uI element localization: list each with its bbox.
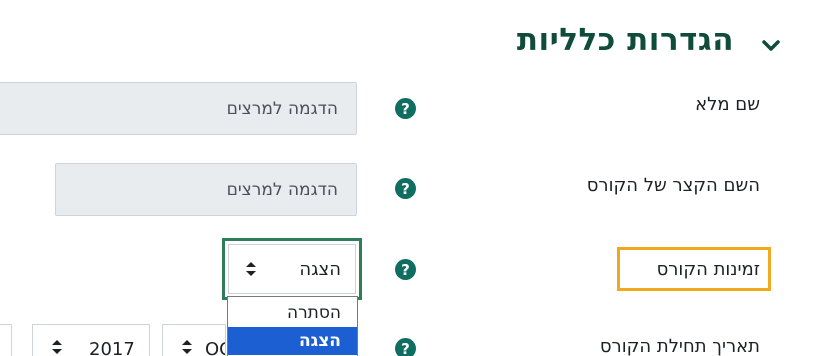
sort-arrows-icon (246, 262, 256, 276)
section-title[interactable]: הגדרות כלליות (517, 22, 734, 58)
help-icon[interactable]: ? (395, 98, 416, 119)
month-value: OC (205, 339, 225, 356)
month-select[interactable]: OC (162, 324, 226, 356)
year-select[interactable]: 2017 (32, 324, 150, 356)
shortname-label: השם הקצר של הקורס (586, 175, 760, 196)
visibility-select[interactable]: הצגה (222, 238, 362, 300)
sort-arrows-icon (52, 340, 62, 354)
visibility-dropdown-list[interactable]: הסתרה הצגה (227, 296, 358, 356)
sort-arrows-icon (182, 340, 192, 354)
startdate-label: תאריך תחילת הקורס (599, 336, 760, 356)
option-show[interactable]: הצגה (228, 327, 357, 355)
shortname-field[interactable]: הדגמה למרצים (55, 163, 357, 216)
fullname-field[interactable]: הדגמה למרצים (0, 82, 357, 135)
option-hide[interactable]: הסתרה (228, 299, 357, 327)
fullname-label: שם מלא (695, 94, 760, 115)
year-value: 2017 (89, 339, 135, 356)
chevron-down-icon[interactable] (760, 38, 782, 54)
visibility-selected-value: הצגה (299, 258, 341, 280)
day-select[interactable] (0, 324, 12, 356)
help-icon[interactable]: ? (395, 259, 416, 280)
help-icon[interactable]: ? (395, 178, 416, 199)
visibility-label: זמינות הקורס (656, 259, 760, 280)
help-icon[interactable]: ? (395, 338, 416, 356)
